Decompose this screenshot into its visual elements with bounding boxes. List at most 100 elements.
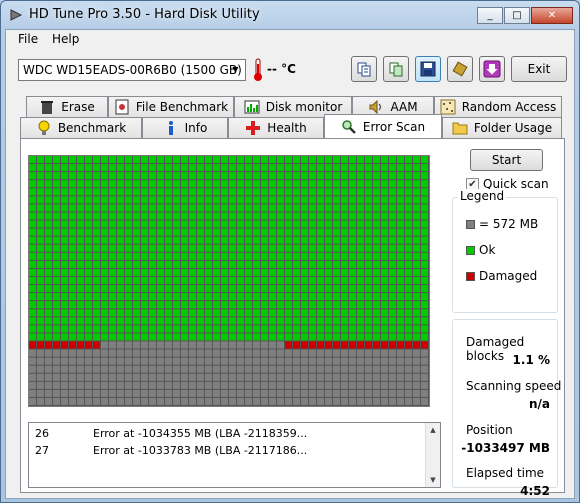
minimize-button[interactable]: _ xyxy=(477,7,503,24)
scan-block xyxy=(253,325,260,333)
scan-block xyxy=(341,365,348,373)
copy-info-button[interactable] xyxy=(351,56,377,82)
scan-block xyxy=(229,397,236,405)
scan-block xyxy=(365,156,372,164)
scan-block xyxy=(93,373,100,381)
close-button[interactable]: ✕ xyxy=(531,7,573,24)
scan-block xyxy=(157,341,164,349)
scan-block xyxy=(349,172,356,180)
scan-block xyxy=(93,293,100,301)
scan-block xyxy=(397,180,404,188)
damaged-blocks-value: 1.1 % xyxy=(512,353,550,367)
scan-block xyxy=(381,381,388,389)
maximize-button[interactable]: □ xyxy=(504,7,530,24)
tab-benchmark[interactable]: Benchmark xyxy=(20,117,142,138)
scan-block xyxy=(285,236,292,244)
scan-block xyxy=(301,228,308,236)
scan-block xyxy=(141,397,148,405)
scan-block xyxy=(45,301,52,309)
scroll-down-arrow-icon[interactable]: ▼ xyxy=(428,476,438,484)
tab-folder-usage[interactable]: Folder Usage xyxy=(442,117,562,138)
scan-block xyxy=(141,357,148,365)
tab-info[interactable]: Info xyxy=(142,117,228,138)
error-log[interactable]: 26 Error at -1034355 MB (LBA -2118359...… xyxy=(28,422,441,488)
scan-block xyxy=(365,220,372,228)
scan-block xyxy=(37,156,44,164)
scan-block xyxy=(245,317,252,325)
title-bar[interactable]: HD Tune Pro 3.50 - Hard Disk Utility _ □… xyxy=(1,1,579,29)
scan-block xyxy=(349,285,356,293)
scan-block xyxy=(245,172,252,180)
scan-block xyxy=(101,333,108,341)
tab-file-benchmark[interactable]: File Benchmark xyxy=(108,96,234,117)
scan-block xyxy=(333,260,340,268)
scan-block xyxy=(245,397,252,405)
scan-block xyxy=(77,397,84,405)
scroll-up-arrow-icon[interactable]: ▲ xyxy=(428,426,438,434)
scan-block xyxy=(157,196,164,204)
scan-block xyxy=(109,373,116,381)
window-controls: _ □ ✕ xyxy=(477,7,573,24)
scan-block xyxy=(101,172,108,180)
scan-block xyxy=(93,333,100,341)
legend-item-damaged: Damaged xyxy=(466,269,537,283)
scan-block xyxy=(349,325,356,333)
scan-block xyxy=(165,204,172,212)
scan-block xyxy=(349,164,356,172)
exit-button[interactable]: Exit xyxy=(511,56,567,82)
scan-block xyxy=(61,156,68,164)
scan-block xyxy=(157,309,164,317)
scan-block xyxy=(45,228,52,236)
scan-block xyxy=(381,156,388,164)
drive-select[interactable]: WDC WD15EADS-00R6B0 (1500 GB) ▼ xyxy=(18,59,246,81)
scan-block xyxy=(253,373,260,381)
scan-block xyxy=(381,268,388,276)
scan-block xyxy=(269,333,276,341)
scan-block xyxy=(365,381,372,389)
scan-block xyxy=(245,349,252,357)
scan-block xyxy=(197,365,204,373)
tab-random-access[interactable]: Random Access xyxy=(434,96,562,117)
scan-block xyxy=(357,156,364,164)
log-scrollbar[interactable]: ▲ ▼ xyxy=(425,423,440,487)
scan-block xyxy=(269,317,276,325)
scan-block xyxy=(341,341,348,349)
scan-block xyxy=(37,164,44,172)
scan-block xyxy=(77,228,84,236)
scan-block xyxy=(333,196,340,204)
download-button[interactable] xyxy=(479,56,505,82)
scan-block xyxy=(405,156,412,164)
menu-help[interactable]: Help xyxy=(48,32,83,46)
start-button[interactable]: Start xyxy=(470,149,543,171)
scan-block xyxy=(141,373,148,381)
scan-block xyxy=(109,389,116,397)
scan-block xyxy=(365,236,372,244)
scan-block xyxy=(125,373,132,381)
scan-block xyxy=(397,164,404,172)
tab-health[interactable]: Health xyxy=(228,117,324,138)
options-button[interactable] xyxy=(447,56,473,82)
copy-screenshot-button[interactable] xyxy=(383,56,409,82)
scan-block xyxy=(309,172,316,180)
scan-block xyxy=(141,389,148,397)
scan-block xyxy=(325,325,332,333)
disk-monitor-icon xyxy=(244,100,260,114)
scan-block xyxy=(421,196,428,204)
save-button[interactable] xyxy=(415,56,441,82)
scan-block xyxy=(309,220,316,228)
tab-error-scan[interactable]: Error Scan xyxy=(324,114,442,138)
info-icon xyxy=(168,121,173,135)
scan-block xyxy=(125,276,132,285)
scan-block xyxy=(29,333,36,341)
scan-block xyxy=(85,317,92,325)
scan-block xyxy=(221,196,228,204)
scan-block xyxy=(213,164,220,172)
menu-file[interactable]: File xyxy=(14,32,42,46)
scan-block xyxy=(381,397,388,405)
scan-block xyxy=(229,268,236,276)
scan-block xyxy=(181,180,188,188)
scan-block xyxy=(189,293,196,301)
scan-block xyxy=(413,341,420,349)
scan-block xyxy=(405,349,412,357)
tab-erase[interactable]: Erase xyxy=(26,96,108,117)
